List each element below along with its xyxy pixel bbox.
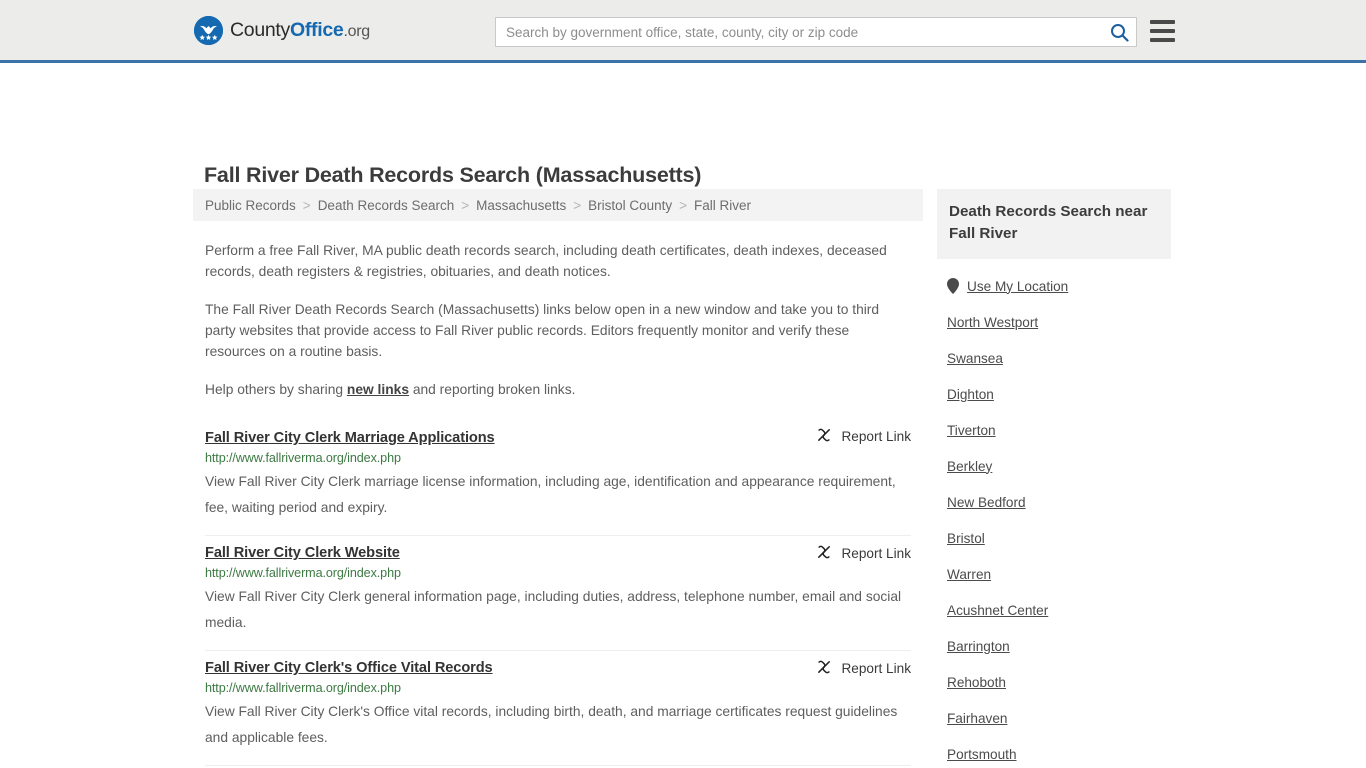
logo-text-suffix: .org [343, 22, 370, 40]
sidebar: Death Records Search near Fall River Use… [937, 189, 1171, 768]
intro-paragraph-1: Perform a free Fall River, MA public dea… [205, 243, 887, 279]
sidebar-item-portsmouth[interactable]: Portsmouth [937, 736, 1171, 768]
report-link-button[interactable]: Report Link [816, 544, 911, 563]
site-logo[interactable]: CountyOffice.org [194, 15, 370, 45]
result-item: Fall River City Clerk Website Report Lin… [205, 536, 911, 651]
result-title-link[interactable]: Fall River City Clerk Marriage Applicati… [205, 430, 495, 446]
result-url: http://www.fallriverma.org/index.php [205, 681, 401, 695]
result-item: Fall River City Clerk's Office Vital Rec… [205, 651, 911, 766]
sidebar-item-label: North Westport [947, 314, 1039, 330]
new-links-link[interactable]: new links [347, 382, 409, 397]
sidebar-item-label: Warren [947, 566, 992, 582]
sidebar-item-label: Bristol [947, 530, 985, 546]
breadcrumb-item-massachusetts[interactable]: Massachusetts [476, 198, 566, 213]
breadcrumb-separator: > [573, 197, 582, 213]
hamburger-bar-1 [1150, 20, 1175, 24]
report-link-button[interactable]: Report Link [816, 659, 911, 678]
result-description: View Fall River City Clerk marriage lice… [205, 474, 896, 515]
intro-paragraph-3: Help others by sharing new links and rep… [205, 379, 911, 400]
sidebar-nearby-list: Use My Location North Westport Swansea D… [937, 259, 1171, 768]
report-link-label: Report Link [841, 429, 911, 444]
sidebar-item-bristol[interactable]: Bristol [937, 520, 1171, 556]
sidebar-item-fairhaven[interactable]: Fairhaven [937, 700, 1171, 736]
intro-p3-after: and reporting broken links. [409, 382, 576, 397]
sidebar-item-warren[interactable]: Warren [937, 556, 1171, 592]
logo-text-prefix: County [230, 18, 290, 41]
sidebar-item-north-westport[interactable]: North Westport [937, 304, 1171, 340]
result-url: http://www.fallriverma.org/index.php [205, 566, 401, 580]
sidebar-item-label: Barrington [947, 638, 1010, 654]
sidebar-item-berkley[interactable]: Berkley [937, 448, 1171, 484]
breadcrumb-item-death-records-search[interactable]: Death Records Search [318, 198, 455, 213]
result-description: View Fall River City Clerk's Office vita… [205, 704, 898, 745]
sidebar-item-label: Swansea [947, 350, 1003, 366]
sidebar-item-barrington[interactable]: Barrington [937, 628, 1171, 664]
sidebar-item-rehoboth[interactable]: Rehoboth [937, 664, 1171, 700]
search-icon[interactable] [1102, 18, 1136, 46]
sidebar-item-tiverton[interactable]: Tiverton [937, 412, 1171, 448]
site-header: CountyOffice.org [0, 0, 1366, 63]
breadcrumb-item-fall-river[interactable]: Fall River [694, 198, 751, 213]
report-link-label: Report Link [841, 661, 911, 676]
hamburger-menu-icon[interactable] [1150, 20, 1175, 42]
logo-text-bold: Office [290, 18, 344, 41]
search-input[interactable] [496, 18, 1102, 46]
hamburger-bar-3 [1150, 38, 1175, 42]
sidebar-item-acushnet-center[interactable]: Acushnet Center [937, 592, 1171, 628]
sidebar-item-label: Berkley [947, 458, 993, 474]
sidebar-item-label: Acushnet Center [947, 602, 1049, 618]
result-description: View Fall River City Clerk general infor… [205, 589, 902, 630]
breadcrumb-separator: > [679, 197, 688, 213]
result-item: Fall River City Clerk Marriage Applicati… [205, 419, 911, 536]
report-link-button[interactable]: Report Link [816, 427, 911, 446]
sidebar-item-label: Portsmouth [947, 746, 1017, 762]
breadcrumb-separator: > [461, 197, 470, 213]
sidebar-item-label: Fairhaven [947, 710, 1008, 726]
intro-p3-before: Help others by sharing [205, 382, 347, 397]
search-box[interactable] [495, 17, 1137, 47]
report-link-label: Report Link [841, 546, 911, 561]
intro-section: Perform a free Fall River, MA public dea… [193, 240, 923, 400]
broken-link-icon [816, 659, 832, 678]
site-logo-text: CountyOffice.org [230, 19, 370, 42]
result-title-link[interactable]: Fall River City Clerk's Office Vital Rec… [205, 660, 493, 676]
sidebar-item-label: New Bedford [947, 494, 1026, 510]
sidebar-heading: Death Records Search near Fall River [937, 189, 1171, 259]
hamburger-bar-2 [1150, 29, 1175, 33]
results-list: Fall River City Clerk Marriage Applicati… [193, 419, 923, 768]
sidebar-item-label: Dighton [947, 386, 994, 402]
sidebar-item-label: Use My Location [967, 278, 1069, 294]
broken-link-icon [816, 544, 832, 563]
breadcrumb: Public Records > Death Records Search > … [193, 189, 923, 221]
intro-paragraph-2: The Fall River Death Records Search (Mas… [205, 302, 880, 359]
breadcrumb-item-bristol-county[interactable]: Bristol County [588, 198, 672, 213]
sidebar-item-label: Rehoboth [947, 674, 1006, 690]
breadcrumb-item-public-records[interactable]: Public Records [205, 198, 296, 213]
sidebar-item-label: Tiverton [947, 422, 996, 438]
sidebar-item-new-bedford[interactable]: New Bedford [937, 484, 1171, 520]
result-url: http://www.fallriverma.org/index.php [205, 451, 401, 465]
sidebar-item-dighton[interactable]: Dighton [937, 376, 1171, 412]
sidebar-item-use-my-location[interactable]: Use My Location [937, 268, 1171, 304]
sidebar-item-swansea[interactable]: Swansea [937, 340, 1171, 376]
broken-link-icon [816, 427, 832, 446]
breadcrumb-separator: > [302, 197, 311, 213]
map-pin-icon [947, 278, 959, 294]
eagle-seal-icon [194, 15, 223, 45]
main-content: Public Records > Death Records Search > … [193, 189, 923, 768]
page-title: Fall River Death Records Search (Massach… [204, 163, 702, 188]
result-title-link[interactable]: Fall River City Clerk Website [205, 545, 400, 561]
